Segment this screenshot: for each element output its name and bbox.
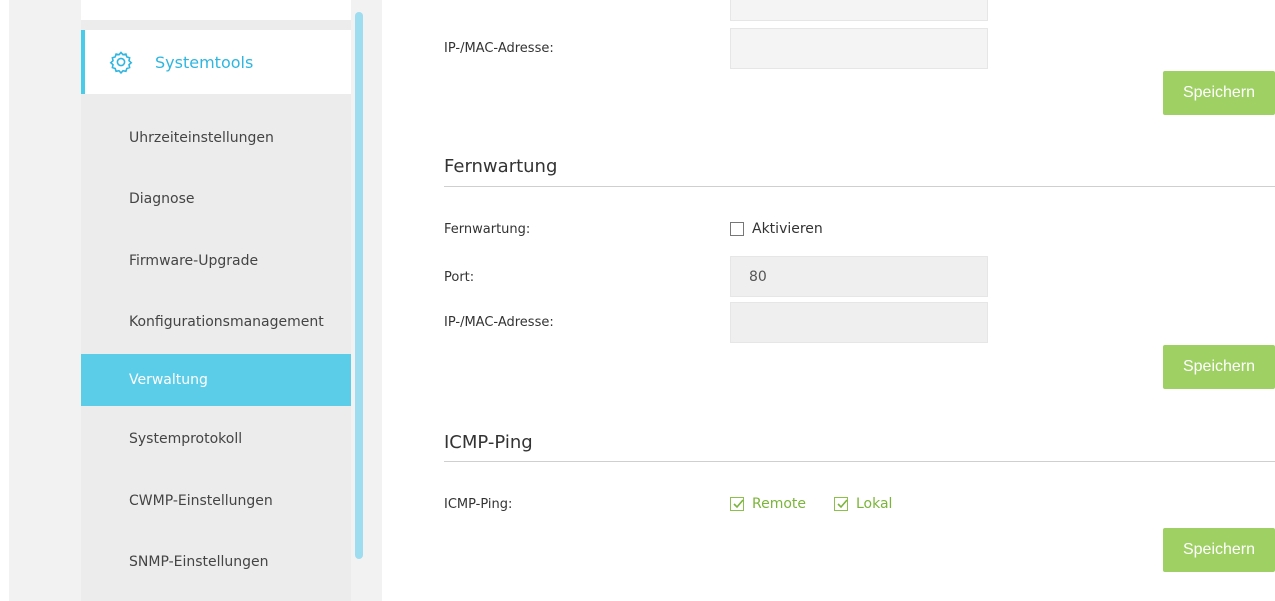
fernwartung-enable-label: Fernwartung: xyxy=(444,222,531,237)
sidebar-item-snmp-einstellungen[interactable]: SNMP-Einstellungen xyxy=(81,536,351,588)
top-partial-input[interactable] xyxy=(730,0,988,21)
checkbox-box[interactable] xyxy=(730,222,744,236)
fernwartung-title: Fernwartung xyxy=(444,156,558,177)
sidebar-item-uhrzeiteinstellungen[interactable]: Uhrzeiteinstellungen xyxy=(81,112,351,164)
top-ip-mac-input[interactable] xyxy=(730,28,988,69)
checkmark-icon xyxy=(837,499,848,509)
top-ip-mac-label: IP-/MAC-Adresse: xyxy=(444,41,554,56)
sidebar-item-konfigurationsmanagement[interactable]: Konfigurationsmanagement xyxy=(81,296,351,348)
icmp-local-label: Lokal xyxy=(856,496,893,512)
checkbox-checked[interactable] xyxy=(834,497,848,511)
fernwartung-enable-checkbox-label: Aktivieren xyxy=(752,221,823,237)
sidebar-top-strip xyxy=(81,0,351,20)
sidebar-item-firmware-upgrade[interactable]: Firmware-Upgrade xyxy=(81,235,351,287)
sidebar-scrollbar[interactable] xyxy=(355,12,363,559)
icmp-remote-checkbox[interactable]: Remote xyxy=(730,496,806,512)
sidebar-section-label: Systemtools xyxy=(155,52,254,72)
checkbox-checked[interactable] xyxy=(730,497,744,511)
sidebar-item-diagnose[interactable]: Diagnose xyxy=(81,173,351,225)
sidebar-item-verwaltung[interactable]: Verwaltung xyxy=(81,354,351,406)
sidebar-section-systemtools[interactable]: Systemtools xyxy=(81,30,351,94)
fernwartung-enable-checkbox[interactable]: Aktivieren xyxy=(730,221,823,237)
fernwartung-save-button[interactable]: Speichern xyxy=(1163,345,1275,389)
icmp-local-checkbox[interactable]: Lokal xyxy=(834,496,892,512)
sidebar-item-systemprotokoll[interactable]: Systemprotokoll xyxy=(81,413,351,465)
port-input[interactable]: 80 xyxy=(730,256,988,297)
main-content: IP-/MAC-Adresse: Speichern Fernwartung F… xyxy=(444,0,1275,601)
fernwartung-divider xyxy=(444,186,1275,187)
gear-icon xyxy=(109,51,133,74)
icmp-ping-save-button[interactable]: Speichern xyxy=(1163,528,1275,572)
top-save-button[interactable]: Speichern xyxy=(1163,71,1275,115)
icmp-ping-title: ICMP-Ping xyxy=(444,432,533,453)
icmp-remote-label: Remote xyxy=(752,496,807,512)
checkmark-icon xyxy=(733,499,744,509)
fernwartung-ip-mac-label: IP-/MAC-Adresse: xyxy=(444,315,554,330)
port-label: Port: xyxy=(444,270,475,285)
sidebar-item-cwmp-einstellungen[interactable]: CWMP-Einstellungen xyxy=(81,475,351,527)
fernwartung-ip-mac-input[interactable] xyxy=(730,302,988,343)
icmp-ping-divider xyxy=(444,461,1275,462)
icmp-ping-label: ICMP-Ping: xyxy=(444,497,513,512)
